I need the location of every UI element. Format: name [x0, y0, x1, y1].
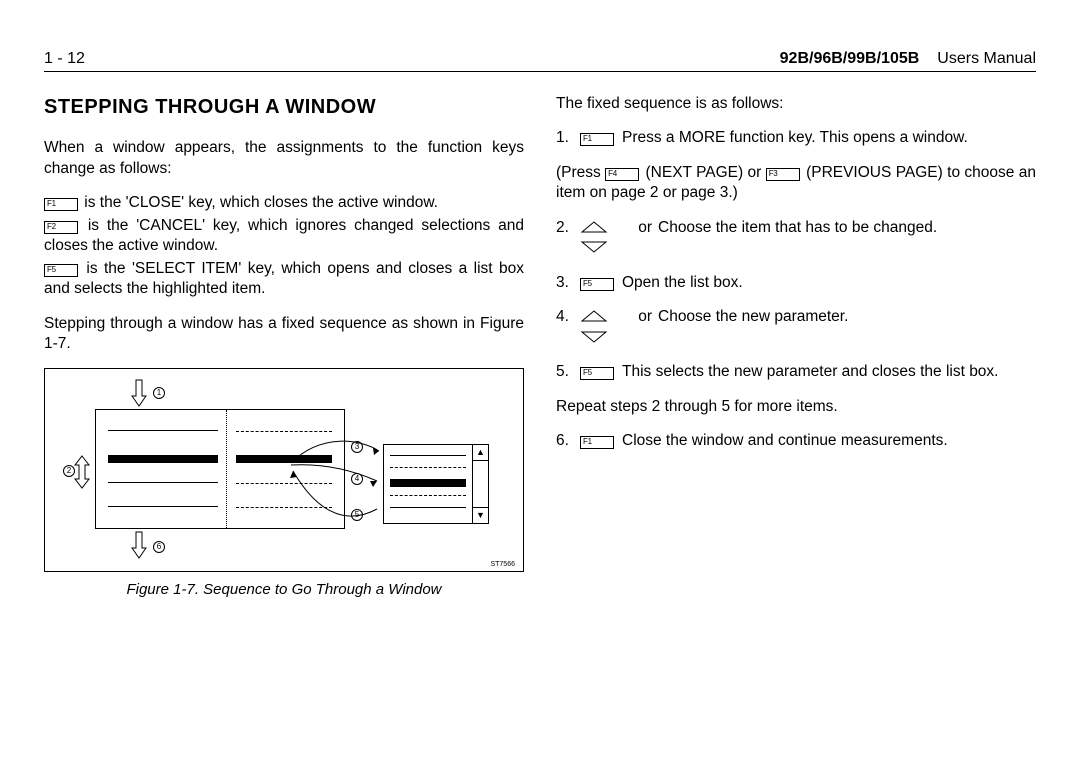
doc-type: Users Manual: [937, 50, 1036, 67]
step-2: 2. or Choose the item that has to be cha…: [556, 218, 1036, 259]
curve-arrows-icon: [281, 423, 391, 533]
f1-keycap: F1: [580, 133, 614, 146]
f2-keycap: F2: [44, 221, 78, 234]
f2-description: F2 is the 'CANCEL' key, which ignores ch…: [44, 216, 524, 257]
header-right: 92B/96B/99B/105B Users Manual: [780, 50, 1036, 68]
step-number: 5.: [556, 362, 580, 382]
press-b: (NEXT PAGE) or: [641, 164, 766, 181]
intro-paragraph: When a window appears, the assignments t…: [44, 138, 524, 179]
step-1: 1. F1 Press a MORE function key. This op…: [556, 128, 1036, 148]
page-number: 1 - 12: [44, 50, 85, 68]
diagram-scrollbar: ▲ ▼: [472, 445, 488, 523]
f1-description: F1 is the 'CLOSE' key, which closes the …: [44, 193, 524, 213]
page-header: 1 - 12 92B/96B/99B/105B Users Manual: [44, 50, 1036, 72]
right-intro: The fixed sequence is as follows:: [556, 94, 1036, 114]
callout-1: 1: [153, 387, 165, 399]
updown-2-icon: [73, 455, 91, 489]
f2-text: is the 'CANCEL' key, which ignores chang…: [44, 217, 524, 254]
page: 1 - 12 92B/96B/99B/105B Users Manual STEP…: [0, 0, 1080, 640]
sequence-intro: Stepping through a window has a fixed se…: [44, 314, 524, 355]
arrow-down-1-icon: [131, 379, 147, 407]
f1-keycap: F1: [44, 198, 78, 211]
f5-text: is the 'SELECT ITEM' key, which opens an…: [44, 260, 524, 297]
left-column: STEPPING THROUGH A WINDOW When a window …: [44, 94, 524, 600]
step-text: Open the list box.: [622, 273, 1036, 293]
f1-keycap: F1: [580, 436, 614, 449]
up-arrow-icon: [580, 309, 608, 323]
f5-keycap: F5: [580, 278, 614, 291]
down-arrow-icon: [580, 330, 608, 344]
diagram-list-box: ▲ ▼: [383, 444, 489, 524]
f3-keycap: F3: [766, 168, 800, 181]
f1-text: is the 'CLOSE' key, which closes the act…: [80, 194, 438, 211]
step-number: 2.: [556, 218, 580, 259]
model-number: 92B/96B/99B/105B: [780, 50, 920, 67]
right-column: The fixed sequence is as follows: 1. F1 …: [556, 94, 1036, 600]
f4-keycap: F4: [605, 168, 639, 181]
scroll-up-icon: ▲: [473, 445, 488, 461]
press-a: (Press: [556, 164, 605, 181]
section-title: STEPPING THROUGH A WINDOW: [44, 94, 524, 120]
content-columns: STEPPING THROUGH A WINDOW When a window …: [44, 94, 1036, 600]
f5-description: F5 is the 'SELECT ITEM' key, which opens…: [44, 259, 524, 300]
press-line: (Press F4 (NEXT PAGE) or F3 (PREVIOUS PA…: [556, 163, 1036, 204]
scroll-down-icon: ▼: [473, 507, 488, 523]
step-4: 4. or Choose the new parameter.: [556, 307, 1036, 348]
step-text: Choose the item that has to be changed.: [658, 218, 1036, 259]
step-text: Close the window and continue measuremen…: [622, 431, 1036, 451]
step-3: 3. F5 Open the list box.: [556, 273, 1036, 293]
step-text: This selects the new parameter and close…: [622, 362, 1036, 382]
step-text: Choose the new parameter.: [658, 307, 1036, 348]
repeat-note: Repeat steps 2 through 5 for more items.: [556, 397, 1036, 417]
up-arrow-icon: [580, 220, 608, 234]
step-6: 6. F1 Close the window and continue meas…: [556, 431, 1036, 451]
step-number: 3.: [556, 273, 580, 293]
step-5: 5. F5 This selects the new parameter and…: [556, 362, 1036, 382]
figure-small-label: ST7566: [490, 560, 515, 569]
figure-1-7: ▲ ▼ 1 2 3 4 5 6: [44, 368, 524, 572]
figure-caption: Figure 1-7. Sequence to Go Through a Win…: [44, 580, 524, 600]
f5-keycap: F5: [580, 367, 614, 380]
step-number: 6.: [556, 431, 580, 451]
step-text: Press a MORE function key. This opens a …: [622, 128, 1036, 148]
arrow-down-6-icon: [131, 531, 147, 559]
step-number: 1.: [556, 128, 580, 148]
or-text: or: [608, 308, 652, 325]
or-text: or: [608, 219, 652, 236]
callout-6: 6: [153, 541, 165, 553]
step-number: 4.: [556, 307, 580, 348]
down-arrow-icon: [580, 240, 608, 254]
f5-keycap: F5: [44, 264, 78, 277]
